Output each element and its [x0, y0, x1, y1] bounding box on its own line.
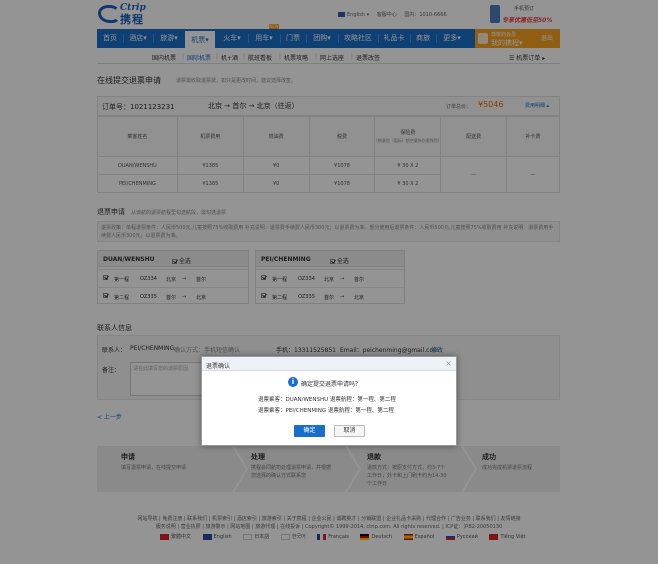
confirm-button[interactable]: 确定 — [294, 425, 325, 437]
dialog-line-1: 退票乘客：DUAN/WENSHU 退票航程：第一程、第二程 — [258, 397, 396, 403]
close-icon[interactable]: × — [445, 359, 452, 368]
dialog-title: 退票确认 — [206, 363, 231, 370]
dialog-question: 确定提交退票申请吗？ — [301, 381, 362, 388]
modal-overlay[interactable] — [0, 0, 658, 564]
dialog-line-2: 退票乘客：PEI/CHENMING 退票航程：第一程、第二程 — [258, 408, 394, 414]
dialog-header: 退票确认 × — [202, 357, 456, 371]
info-icon: i — [288, 377, 298, 387]
cancel-button[interactable]: 取消 — [334, 425, 365, 437]
refund-confirm-dialog: 退票确认 × i 确定提交退票申请吗？ 退票乘客：DUAN/WENSHU 退票航… — [201, 356, 457, 446]
